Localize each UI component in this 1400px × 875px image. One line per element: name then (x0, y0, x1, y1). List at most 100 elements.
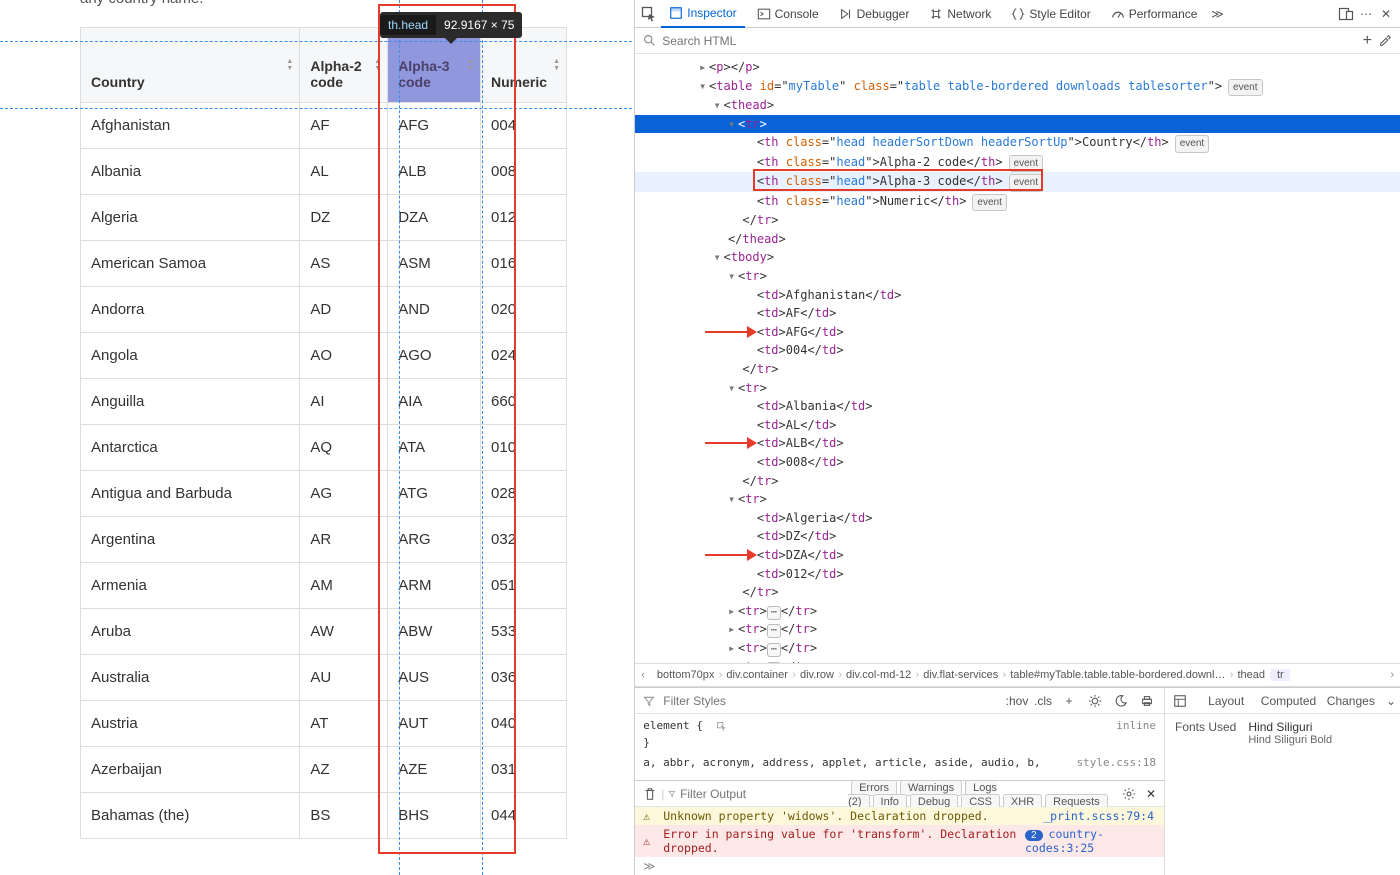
th-alpha2[interactable]: Alpha-2 code ▲▼ (300, 28, 388, 103)
dom-node[interactable]: <th class="head">Alpha-3 code</th>event (635, 172, 1400, 192)
dom-node[interactable]: ▾<tr> (635, 115, 1400, 134)
dom-node[interactable]: <td>DZA</td> (635, 546, 1400, 565)
th-alpha3[interactable]: Alpha-3 code ▲▼ (388, 28, 481, 103)
add-node-icon[interactable]: + (1363, 32, 1372, 50)
side-layout-icon[interactable] (1165, 688, 1195, 713)
filter-icon (643, 695, 655, 707)
console-warning[interactable]: ⚠ Unknown property 'widows'. Declaration… (635, 807, 1164, 825)
dark-scheme-icon[interactable] (1112, 692, 1130, 710)
dom-node[interactable]: <td>004</td> (635, 341, 1400, 360)
table-cell: Australia (81, 655, 300, 701)
dom-node[interactable]: <td>Afghanistan</td> (635, 286, 1400, 305)
console-settings-icon[interactable] (1122, 787, 1136, 801)
tab-layout[interactable]: Layout (1195, 688, 1257, 713)
breadcrumb-item[interactable]: div.container (720, 669, 794, 681)
inspect-element-icon[interactable] (641, 6, 657, 22)
dom-node[interactable]: ▸<tr>⋯</tr> (635, 658, 1400, 663)
dom-node[interactable]: ▸<tr>⋯</tr> (635, 602, 1400, 621)
inspect-guide-top (0, 41, 634, 42)
console-close-icon[interactable]: ✕ (1146, 787, 1156, 801)
filter-styles-input[interactable] (663, 694, 1000, 708)
breadcrumb-item[interactable]: thead (1231, 669, 1271, 681)
eyedropper-icon[interactable] (1378, 34, 1392, 48)
dom-node[interactable]: ▾<tr> (635, 267, 1400, 286)
add-rule-icon[interactable]: + (1060, 692, 1078, 710)
table-cell: AW (300, 609, 388, 655)
tab-network[interactable]: Network (921, 0, 999, 28)
table-cell: ATG (388, 471, 481, 517)
breadcrumb-next-icon[interactable]: › (1384, 669, 1400, 681)
dom-node[interactable]: ▾<table id="myTable" class="table table-… (635, 77, 1400, 97)
sort-icon: ▲▼ (374, 58, 381, 72)
table-cell: 012 (481, 195, 567, 241)
tab-performance[interactable]: Performance (1103, 0, 1206, 28)
dom-node[interactable]: ▾<thead> (635, 96, 1400, 115)
breadcrumb-item[interactable]: tr (1271, 669, 1290, 681)
dom-node[interactable]: ▸<tr>⋯</tr> (635, 620, 1400, 639)
print-media-icon[interactable] (1138, 692, 1156, 710)
sort-icon: ▲▼ (467, 58, 474, 72)
dom-tree[interactable]: ▸<p></p> ▾<table id="myTable" class="tab… (635, 54, 1400, 663)
console-error[interactable]: ⚠ Error in parsing value for 'transform'… (635, 825, 1164, 857)
table-cell: AU (300, 655, 388, 701)
tab-changes[interactable]: Changes (1320, 688, 1382, 713)
dom-node[interactable]: </tr> (635, 472, 1400, 491)
breadcrumb-item[interactable]: bottom70px (651, 669, 720, 681)
dom-node[interactable]: </tr> (635, 360, 1400, 379)
dom-node[interactable]: <td>012</td> (635, 565, 1400, 584)
html-search-input[interactable] (662, 34, 1356, 48)
breadcrumb-item[interactable]: table#myTable.table.table-bordered.downl… (1004, 669, 1231, 681)
table-cell: 031 (481, 747, 567, 793)
side-overflow-icon[interactable]: ⌄ (1382, 688, 1400, 713)
dom-node[interactable]: <th class="head headerSortDown headerSor… (635, 133, 1400, 153)
table-cell: Afghanistan (81, 103, 300, 149)
inspect-source-icon[interactable] (716, 721, 727, 732)
dom-node[interactable]: <th class="head">Alpha-2 code</th>event (635, 153, 1400, 173)
breadcrumb-item[interactable]: div.flat-services (917, 669, 1004, 681)
dom-node[interactable]: ▾<tbody> (635, 248, 1400, 267)
breadcrumb-prev-icon[interactable]: ‹ (635, 669, 651, 681)
dom-node[interactable]: <td>008</td> (635, 453, 1400, 472)
responsive-mode-icon[interactable] (1338, 6, 1354, 22)
hov-toggle[interactable]: :hov (1008, 692, 1026, 710)
tabs-overflow-icon[interactable]: ≫ (1209, 6, 1225, 22)
dom-node[interactable]: ▸<p></p> (635, 58, 1400, 77)
table-cell: 051 (481, 563, 567, 609)
light-scheme-icon[interactable] (1086, 692, 1104, 710)
console-prompt[interactable]: ≫ (635, 857, 1164, 875)
tab-inspector[interactable]: Inspector (661, 0, 744, 28)
dom-node[interactable]: ▾<tr> (635, 379, 1400, 398)
filter-output-input[interactable] (680, 787, 840, 801)
dom-node[interactable]: <td>Algeria</td> (635, 509, 1400, 528)
breadcrumb-item[interactable]: div.col-md-12 (840, 669, 917, 681)
dom-node[interactable]: <td>Albania</td> (635, 397, 1400, 416)
table-cell: AGO (388, 333, 481, 379)
breadcrumbs[interactable]: ‹ bottom70pxdiv.containerdiv.rowdiv.col-… (635, 663, 1400, 687)
table-row: AlbaniaALALB008 (81, 149, 567, 195)
devtools-meatball-icon[interactable]: ⋯ (1358, 6, 1374, 22)
table-cell: AD (300, 287, 388, 333)
table-cell: ARM (388, 563, 481, 609)
dom-node[interactable]: <td>AF</td> (635, 304, 1400, 323)
dom-node[interactable]: ▸<tr>⋯</tr> (635, 639, 1400, 658)
dom-node[interactable]: </tr> (635, 583, 1400, 602)
tab-computed[interactable]: Computed (1257, 688, 1319, 713)
tab-style-editor[interactable]: Style Editor (1003, 0, 1098, 28)
th-country[interactable]: Country ▲▼ (81, 28, 300, 103)
dom-node[interactable]: <td>AFG</td> (635, 323, 1400, 342)
breadcrumb-item[interactable]: div.row (794, 669, 840, 681)
dom-node[interactable]: </tr> (635, 211, 1400, 230)
dom-node[interactable]: ▾<tr> (635, 490, 1400, 509)
th-numeric[interactable]: Numeric ▲▼ (481, 28, 567, 103)
dom-node[interactable]: </thead> (635, 230, 1400, 249)
devtools-close-icon[interactable]: ✕ (1378, 6, 1394, 22)
cls-toggle[interactable]: .cls (1034, 692, 1052, 710)
tab-console[interactable]: Console (749, 0, 827, 28)
dom-node[interactable]: <th class="head">Numeric</th>event (635, 192, 1400, 212)
dom-node[interactable]: <td>AL</td> (635, 416, 1400, 435)
dom-node[interactable]: <td>DZ</td> (635, 527, 1400, 546)
dom-node[interactable]: <td>ALB</td> (635, 434, 1400, 453)
tab-debugger[interactable]: Debugger (831, 0, 918, 28)
table-cell: AFG (388, 103, 481, 149)
trash-icon[interactable] (643, 787, 657, 801)
